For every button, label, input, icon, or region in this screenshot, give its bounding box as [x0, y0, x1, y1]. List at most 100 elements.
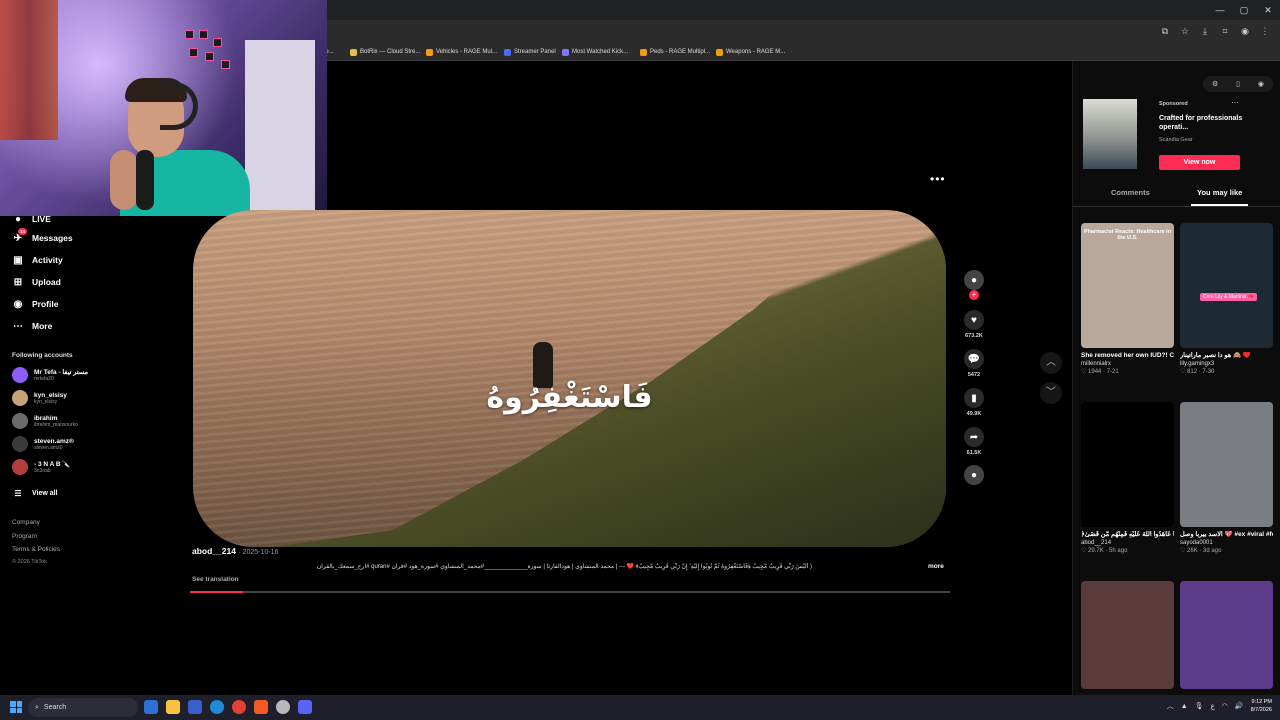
footer-terms[interactable]: Terms & Policies: [12, 546, 60, 553]
video-card-stats: ♡ 1944 · 7-21: [1081, 369, 1119, 375]
video-card-title[interactable]: She removed her own IUD?! Can you remove…: [1081, 352, 1174, 360]
discord-icon[interactable]: [298, 700, 312, 714]
sidebar-item-activity[interactable]: ▣ Activity: [12, 253, 62, 267]
video-card-thumbnail[interactable]: Pharmacist Reacts: Healthcare in the U.S…: [1081, 223, 1174, 348]
bookmark-item[interactable]: BotRix — Cloud Stre...: [350, 46, 420, 58]
close-icon[interactable]: ✕: [1256, 0, 1280, 20]
file-explorer-icon[interactable]: [166, 700, 180, 714]
bookmark-favicon-icon: [504, 48, 511, 56]
share-button[interactable]: ➦ 61.5K: [962, 427, 986, 456]
video-options-icon[interactable]: •••: [930, 172, 946, 186]
menu-icon[interactable]: ⋮: [1258, 24, 1272, 38]
video-card-user[interactable]: sayoda0001: [1180, 540, 1273, 546]
video-author[interactable]: abod__214 · 2025-10-16: [192, 546, 278, 556]
copilot-icon[interactable]: [144, 700, 158, 714]
chevron-down-icon[interactable]: ﹀: [1040, 382, 1062, 404]
following-account[interactable]: kyn_elsisy kyn_elsisy: [12, 389, 67, 407]
copyright: © 2026 TikTok: [12, 559, 47, 565]
chevron-up-icon[interactable]: ︿: [1167, 701, 1174, 711]
following-account[interactable]: - 3 N A B 🔪 3n3nab: [12, 458, 71, 476]
network-icon[interactable]: ▲: [1181, 703, 1188, 710]
video-card-thumbnail[interactable]: [1180, 581, 1273, 689]
footer-program[interactable]: Program: [12, 533, 37, 540]
taskbar-search[interactable]: ⌕ Search: [28, 698, 138, 717]
video-card-thumbnail[interactable]: Core Lily & Martinis 🎀: [1180, 223, 1273, 348]
video-card-thumbnail[interactable]: [1081, 581, 1174, 689]
sidebar-item-messages[interactable]: ✈ 14 Messages: [12, 228, 73, 245]
bookmark-item[interactable]: Streamer Panel: [504, 46, 556, 58]
more-button[interactable]: more: [928, 563, 944, 570]
chevron-up-icon[interactable]: ︿: [1040, 352, 1062, 374]
edge-icon[interactable]: [210, 700, 224, 714]
video-card[interactable]: [1180, 581, 1273, 689]
mobile-icon[interactable]: ▯: [1236, 80, 1240, 88]
profile-icon[interactable]: ◉: [1238, 24, 1252, 38]
view-now-button[interactable]: View now: [1159, 155, 1240, 170]
brave-icon[interactable]: [254, 700, 268, 714]
progress-fill: [190, 591, 244, 593]
clock[interactable]: 9:12 PM 8/7/2026: [1251, 698, 1272, 714]
app-icon[interactable]: [188, 700, 202, 714]
video-card-user[interactable]: millennialrx: [1081, 361, 1174, 367]
windows-start-icon[interactable]: [10, 701, 22, 713]
bookmark-favicon-icon: [562, 48, 569, 56]
tab-you-may-like[interactable]: You may like: [1190, 188, 1249, 206]
following-account[interactable]: ibrahim ibrahim_mansourko: [12, 412, 78, 430]
video-card-title[interactable]: الاسد بيربا وصل 💖 #ex #viral #fouryou...: [1180, 531, 1273, 539]
maximize-icon[interactable]: ▢: [1232, 0, 1256, 20]
wifi-icon[interactable]: ◠: [1222, 702, 1228, 710]
sidebar-item-upload[interactable]: ⊞ Upload: [12, 275, 61, 289]
sidebar-item-more[interactable]: ⋯ More: [12, 319, 52, 333]
video-progress-bar[interactable]: [190, 591, 950, 593]
sidebar-item-live[interactable]: ● LIVE: [12, 212, 51, 226]
video-card-thumbnail[interactable]: [1081, 402, 1174, 527]
following-account[interactable]: Mr Tefa - مستر تيفا mrtefa20: [12, 366, 88, 384]
language-icon[interactable]: ع: [1211, 702, 1215, 710]
avatar: [12, 459, 28, 475]
user-avatar-icon[interactable]: ◉: [1258, 80, 1264, 88]
comment-button[interactable]: 💬 5472: [962, 349, 986, 378]
video-card[interactable]: الاسد بيربا وصل 💖 #ex #viral #fouryou...…: [1180, 402, 1273, 554]
minimize-icon[interactable]: —: [1208, 0, 1232, 20]
comment-icon: 💬: [964, 349, 984, 369]
install-icon[interactable]: ⧉: [1158, 24, 1172, 38]
view-all-link[interactable]: ☰ View all: [12, 486, 57, 500]
app2-icon[interactable]: [276, 700, 290, 714]
video-card[interactable]: Pharmacist Reacts: Healthcare in the U.S…: [1081, 223, 1174, 375]
see-translation-link[interactable]: See translation: [192, 576, 239, 583]
download-icon[interactable]: ⤓: [1198, 24, 1212, 38]
video-card[interactable]: Core Lily & Martinis 🎀 هو دا نصبر ماراتين…: [1180, 223, 1273, 375]
bookmark-item[interactable]: Weapons - RAGE M...: [716, 46, 785, 58]
messages-icon: ✈ 14: [13, 228, 28, 244]
video-card[interactable]: ﴿إِنَّ الْمُؤْمِنِينَ رِجَالٌ صَدَقُوا م…: [1081, 402, 1174, 554]
video-card-thumbnail[interactable]: [1180, 402, 1273, 527]
ad-thumbnail[interactable]: [1083, 99, 1137, 169]
following-account[interactable]: steven.amz® steven.amz0: [12, 435, 74, 453]
video-card-title[interactable]: ﴿إِنَّ الْمُؤْمِنِينَ رِجَالٌ صَدَقُوا م…: [1081, 531, 1174, 539]
ad-title[interactable]: Crafted for professionals operati...: [1159, 114, 1249, 132]
chrome-icon[interactable]: [232, 700, 246, 714]
bookmark-item[interactable]: Vehicles - RAGE Mul...: [426, 46, 497, 58]
creator-avatar-button[interactable]: ● +: [962, 270, 986, 300]
video-card[interactable]: [1081, 581, 1174, 689]
sidebar-item-profile[interactable]: ◉ Profile: [12, 297, 59, 311]
video-player[interactable]: فَاسْتَغْفِرُوهُ: [193, 210, 946, 547]
settings-icon[interactable]: ⚙: [1212, 80, 1218, 88]
volume-icon[interactable]: 🔊: [1235, 702, 1244, 710]
tab-comments[interactable]: Comments: [1111, 188, 1150, 197]
save-button[interactable]: ▮ 49.9K: [962, 388, 986, 417]
video-card-title[interactable]: هو دا نصبر ماراتينار 🙈 ♥️: [1180, 352, 1273, 360]
bookmark-item[interactable]: Peds - RAGE Multipl...: [640, 46, 710, 58]
follow-plus-icon[interactable]: +: [969, 290, 979, 300]
video-card-user[interactable]: abod__214: [1081, 540, 1174, 546]
ad-options-icon[interactable]: ⋯: [1231, 98, 1239, 107]
like-button[interactable]: ♥ 673.2K: [962, 310, 986, 339]
video-card-user[interactable]: lily.gamingx3: [1180, 361, 1273, 367]
mic-icon[interactable]: 🎙: [1195, 702, 1204, 710]
bookmark-favicon-icon: [350, 48, 357, 56]
bookmark-item[interactable]: Most Watched Kick...: [562, 46, 628, 58]
star-icon[interactable]: ☆: [1178, 24, 1192, 38]
sound-button[interactable]: ●: [962, 465, 986, 485]
extensions-icon[interactable]: ⌗: [1218, 24, 1232, 38]
footer-company[interactable]: Company: [12, 519, 40, 526]
